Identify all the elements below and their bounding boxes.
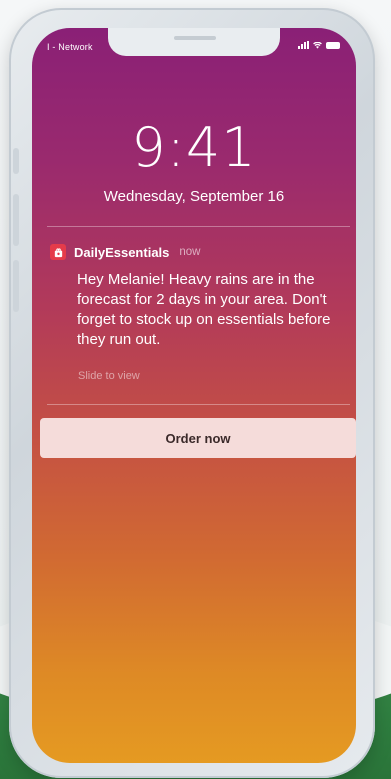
marketing-stage: I - Network 9:41 Wednesday, September 16 [0, 0, 391, 779]
lock-date: Wednesday, September 16 [103, 188, 285, 205]
notification-bottom-divider [47, 404, 350, 405]
notch [108, 28, 280, 56]
volume-down-button [13, 260, 19, 312]
notification-header[interactable]: DailyEssentials now [50, 244, 201, 260]
order-now-button[interactable]: Order now [40, 418, 356, 458]
signal-icon [298, 41, 309, 49]
volume-up-button [13, 194, 19, 246]
slide-to-view-hint: Slide to view [78, 370, 140, 382]
lock-time: 9:41 [131, 116, 257, 179]
carrier-label: I - Network [47, 42, 93, 52]
lock-screen: I - Network 9:41 Wednesday, September 16 [32, 28, 356, 763]
speaker-grille [174, 36, 216, 40]
status-icons [298, 41, 340, 49]
mute-switch [13, 148, 19, 174]
wifi-icon [313, 42, 322, 49]
notification-app-name: DailyEssentials [74, 244, 170, 260]
notification-top-divider [47, 226, 350, 227]
notification-message[interactable]: Hey Melanie! Heavy rains are in the fore… [77, 270, 347, 350]
gift-bag-icon [50, 244, 66, 260]
notification-time: now [179, 246, 201, 258]
battery-icon [326, 42, 340, 49]
